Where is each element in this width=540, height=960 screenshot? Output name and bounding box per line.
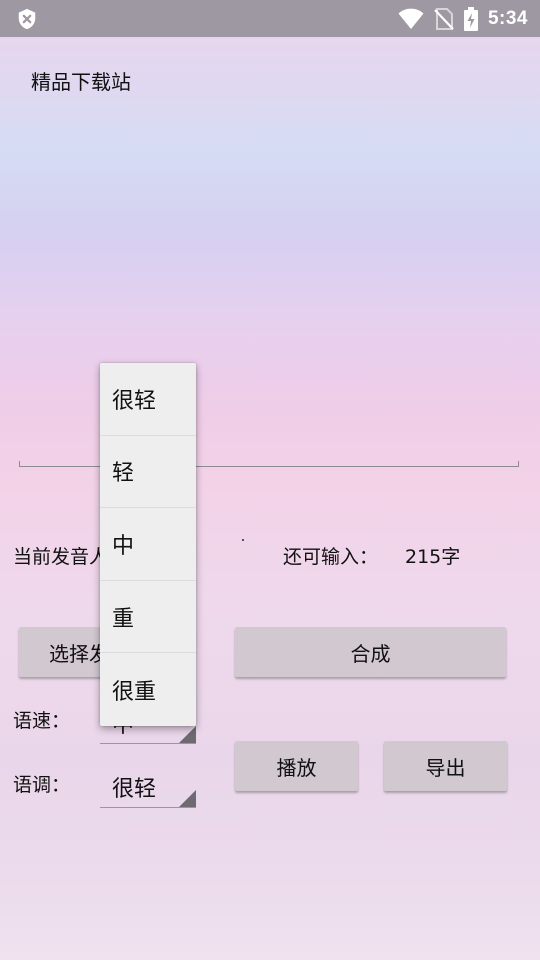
dropdown-option[interactable]: 中 <box>100 508 196 581</box>
remaining-count: 215字 <box>405 546 461 568</box>
speed-label: 语速： <box>13 710 71 732</box>
dropdown-option[interactable]: 很轻 <box>100 363 196 436</box>
divider-dot <box>242 539 244 541</box>
current-voice-label: 当前发音人 <box>13 546 109 568</box>
shield-x-icon <box>18 8 36 30</box>
dropdown-option[interactable]: 轻 <box>100 436 196 509</box>
synthesize-button[interactable]: 合成 <box>235 627 506 677</box>
dropdown-option[interactable]: 重 <box>100 581 196 654</box>
remaining-label: 还可输入： <box>283 546 379 568</box>
text-input-underline <box>19 461 519 467</box>
tone-label: 语调： <box>13 774 71 796</box>
tone-value: 很轻 <box>112 777 157 802</box>
dropdown-arrow-icon <box>179 790 196 807</box>
status-bar: 5:34 <box>0 0 540 37</box>
wifi-icon <box>398 8 424 29</box>
clock: 5:34 <box>487 7 528 29</box>
play-button[interactable]: 播放 <box>235 741 358 791</box>
dropdown-arrow-icon <box>179 726 196 743</box>
export-button[interactable]: 导出 <box>384 741 507 791</box>
text-input-area[interactable] <box>19 100 519 467</box>
tone-spinner[interactable]: 很轻 <box>100 767 196 808</box>
battery-charging-icon <box>463 6 478 31</box>
page-title: 精品下载站 <box>31 70 131 94</box>
speed-dropdown-menu: 很轻 轻 中 重 很重 <box>100 363 196 726</box>
dropdown-option[interactable]: 很重 <box>100 653 196 726</box>
no-sim-icon <box>434 7 454 30</box>
